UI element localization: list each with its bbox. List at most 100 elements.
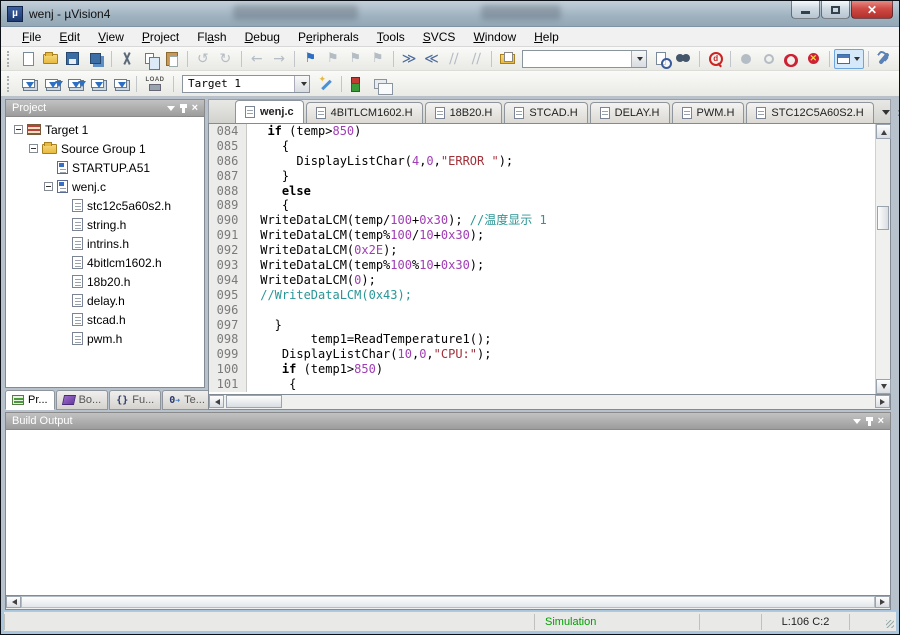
stop-build-button[interactable] <box>109 74 132 94</box>
redo-button[interactable]: ↻ <box>214 49 236 69</box>
panel-tab-templates[interactable]: 0Te... <box>162 390 212 410</box>
lookup-word-button[interactable] <box>650 49 672 69</box>
tree-expander-icon[interactable] <box>29 144 38 153</box>
code-line[interactable]: 090 WriteDataLCM(temp/100+0x30); //温度显示 … <box>209 213 875 228</box>
code-line[interactable]: 095 //WriteDataLCM(0x43); <box>209 288 875 303</box>
tree-item-pwm-h[interactable]: pwm.h <box>6 329 204 348</box>
tree-item-target-1[interactable]: Target 1 <box>6 120 204 139</box>
uncomment-button[interactable]: ∕∕ <box>465 49 487 69</box>
panel-tab-project[interactable]: Pr... <box>5 390 55 410</box>
insert-breakpoint-button[interactable] <box>735 49 757 69</box>
editor-tab-4bitlcm1602-h[interactable]: 4BITLCM1602.H <box>306 102 423 123</box>
save-all-button[interactable] <box>84 49 106 69</box>
paste-button[interactable] <box>160 49 182 69</box>
next-bookmark-button[interactable]: ⚑ <box>344 49 366 69</box>
target-select-combobox[interactable]: Target 1 <box>182 75 310 93</box>
comment-button[interactable]: ∕∕ <box>443 49 465 69</box>
hscroll-thumb[interactable] <box>226 395 282 408</box>
debug-windows-button[interactable] <box>834 49 864 69</box>
hscroll-track[interactable] <box>21 596 875 609</box>
editor-tab-stc12c5a60s2-h[interactable]: STC12C5A60S2.H <box>746 102 873 123</box>
tree-item-delay-h[interactable]: delay.h <box>6 291 204 310</box>
incremental-find-button[interactable] <box>704 49 726 69</box>
menu-view[interactable]: View <box>89 28 133 46</box>
manage-components-button[interactable] <box>346 74 369 94</box>
code-line[interactable]: 093 WriteDataLCM(temp%100%10+0x30); <box>209 258 875 273</box>
code-line[interactable]: 087 } <box>209 169 875 184</box>
build-output-content[interactable] <box>5 430 891 596</box>
batch-build-button[interactable] <box>86 74 109 94</box>
scroll-right-button[interactable] <box>875 596 890 608</box>
find-button[interactable] <box>672 49 694 69</box>
menu-tools[interactable]: Tools <box>368 28 414 46</box>
search-combobox[interactable] <box>522 50 647 68</box>
panel-menu-icon[interactable] <box>853 419 861 428</box>
tree-item-source-group-1[interactable]: Source Group 1 <box>6 139 204 158</box>
editor-tab-18b20-h[interactable]: 18B20.H <box>425 102 503 123</box>
panel-menu-icon[interactable] <box>167 106 175 115</box>
tree-item-stcad-h[interactable]: stcad.h <box>6 310 204 329</box>
kill-all-breakpoints-button[interactable]: ✕ <box>802 49 824 69</box>
editor-tab-pwm-h[interactable]: PWM.H <box>672 102 745 123</box>
unindent-button[interactable]: ≪ <box>420 49 442 69</box>
code-line[interactable]: 084 if (temp>850) <box>209 124 875 139</box>
kill-breakpoint-button[interactable] <box>780 49 802 69</box>
copy-button[interactable] <box>138 49 160 69</box>
code-line[interactable]: 086 DisplayListChar(4,0,"ERROR "); <box>209 154 875 169</box>
dropdown-button[interactable] <box>631 51 646 67</box>
code-line[interactable]: 092 WriteDataLCM(0x2E); <box>209 243 875 258</box>
code-line[interactable]: 099 DisplayListChar(10,0,"CPU:"); <box>209 347 875 362</box>
options-for-target-button[interactable] <box>314 74 337 94</box>
pin-icon[interactable] <box>868 417 871 426</box>
disable-breakpoint-button[interactable] <box>757 49 779 69</box>
code-line[interactable]: 098 temp1=ReadTemperature1(); <box>209 332 875 347</box>
menu-help[interactable]: Help <box>525 28 568 46</box>
panel-tab-books[interactable]: Bo... <box>56 390 109 410</box>
scroll-up-button[interactable] <box>876 124 891 139</box>
undo-button[interactable]: ↺ <box>192 49 214 69</box>
editor-tab-delay-h[interactable]: DELAY.H <box>590 102 670 123</box>
tree-expander-icon[interactable] <box>14 125 23 134</box>
code-line[interactable]: 088 else <box>209 184 875 199</box>
new-file-button[interactable] <box>17 49 39 69</box>
editor-tab-wenj-c[interactable]: wenj.c <box>235 100 304 123</box>
panel-close-icon[interactable]: × <box>878 416 884 427</box>
editor-horizontal-scrollbar[interactable] <box>208 395 891 410</box>
scroll-left-button[interactable] <box>6 596 21 608</box>
project-workspace-button[interactable] <box>369 74 392 94</box>
code-line[interactable]: 091 WriteDataLCM(temp%100/10+0x30); <box>209 228 875 243</box>
download-to-flash-button[interactable]: LOAD <box>141 73 169 95</box>
navigate-back-button[interactable]: ← <box>245 49 267 69</box>
tree-expander-icon[interactable] <box>44 182 53 191</box>
code-line[interactable]: 085 { <box>209 139 875 154</box>
title-bar[interactable]: µ wenj - µVision4 ✕ <box>1 1 899 27</box>
menu-edit[interactable]: Edit <box>50 28 89 46</box>
navigate-forward-button[interactable]: → <box>268 49 290 69</box>
rebuild-button[interactable] <box>63 74 86 94</box>
menu-window[interactable]: Window <box>464 28 525 46</box>
code-line[interactable]: 101 { <box>209 377 875 392</box>
menu-debug[interactable]: Debug <box>236 28 289 46</box>
toolbar-grip[interactable] <box>7 76 12 92</box>
tree-item-string-h[interactable]: string.h <box>6 215 204 234</box>
pin-icon[interactable] <box>182 104 185 113</box>
translate-file-button[interactable] <box>17 74 40 94</box>
scroll-left-button[interactable] <box>209 395 224 408</box>
prev-bookmark-button[interactable]: ⚑ <box>322 49 344 69</box>
scroll-right-button[interactable] <box>875 395 890 408</box>
open-file-button[interactable] <box>39 49 61 69</box>
save-button[interactable] <box>62 49 84 69</box>
menu-file[interactable]: File <box>13 28 50 46</box>
code-editor[interactable]: 084 if (temp>850)085 {086 DisplayListCha… <box>209 124 875 394</box>
tree-item-18b20-h[interactable]: 18b20.h <box>6 272 204 291</box>
build-output-scrollbar[interactable] <box>5 596 891 610</box>
find-in-files-button[interactable] <box>496 49 518 69</box>
configure-button[interactable] <box>872 49 894 69</box>
tree-item-wenj-c[interactable]: wenj.c <box>6 177 204 196</box>
minimize-button[interactable] <box>791 1 820 19</box>
hscroll-track[interactable] <box>224 395 875 409</box>
menu-peripherals[interactable]: Peripherals <box>289 28 368 46</box>
tree-item-4bitlcm1602-h[interactable]: 4bitlcm1602.h <box>6 253 204 272</box>
toggle-bookmark-button[interactable]: ⚑ <box>299 49 321 69</box>
editor-tab-stcad-h[interactable]: STCAD.H <box>504 102 587 123</box>
